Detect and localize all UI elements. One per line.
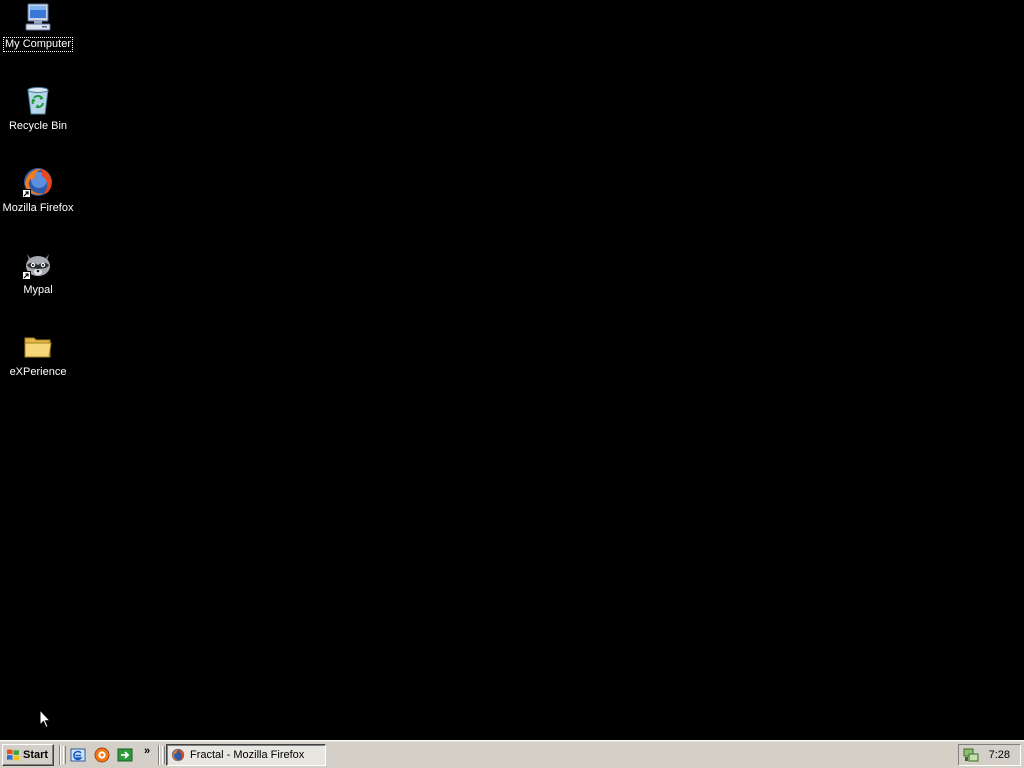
desktop-icon-label: Mozilla Firefox — [2, 202, 74, 214]
my-computer-icon — [22, 2, 54, 34]
windows-logo-icon — [6, 748, 20, 762]
start-label: Start — [23, 749, 49, 761]
quick-launch-overflow-button[interactable]: » — [144, 745, 150, 757]
desktop-icon-mypal[interactable]: Mypal — [2, 248, 74, 328]
system-tray: 7:28 — [958, 744, 1021, 766]
toolbar-grip[interactable] — [162, 746, 165, 764]
desktop-icon-mozilla-firefox[interactable]: Mozilla Firefox — [2, 166, 74, 246]
desktop-icon-label: Recycle Bin — [8, 120, 68, 132]
network-icon[interactable] — [963, 747, 979, 763]
desktop-icon-experience-folder[interactable]: eXPerience — [2, 330, 74, 410]
desktop-icon-label: eXPerience — [9, 366, 67, 378]
media-player-icon[interactable] — [94, 747, 110, 763]
mypal-raccoon-icon — [22, 248, 54, 280]
taskbar-button-firefox-window[interactable]: Fractal - Mozilla Firefox — [166, 744, 326, 766]
shortcut-arrow-icon — [22, 189, 31, 198]
mouse-pointer-icon — [39, 708, 52, 729]
desktop-icon-label: Mypal — [23, 284, 53, 296]
firefox-icon — [171, 748, 185, 762]
toolbar-grip[interactable] — [63, 746, 66, 764]
internet-explorer-icon[interactable] — [70, 747, 86, 763]
clock[interactable]: 7:28 — [989, 749, 1010, 761]
recycle-bin-icon — [22, 84, 54, 116]
desktop[interactable]: My Computer Recycle Bin Mozilla Firefox … — [0, 0, 1024, 740]
show-desktop-icon[interactable] — [117, 747, 133, 763]
shortcut-arrow-icon — [22, 271, 31, 280]
taskbar-button-label: Fractal - Mozilla Firefox — [190, 749, 305, 761]
firefox-icon — [22, 166, 54, 198]
desktop-icon-my-computer[interactable]: My Computer — [2, 2, 74, 82]
taskbar-separator — [59, 745, 61, 765]
folder-icon — [22, 330, 54, 362]
taskbar: Start » Fractal - Mozilla Firefox 7:28 — [0, 740, 1024, 768]
taskbar-separator — [158, 745, 160, 765]
start-button[interactable]: Start — [2, 744, 54, 766]
desktop-icon-recycle-bin[interactable]: Recycle Bin — [2, 84, 74, 164]
desktop-icon-label: My Computer — [2, 37, 74, 52]
